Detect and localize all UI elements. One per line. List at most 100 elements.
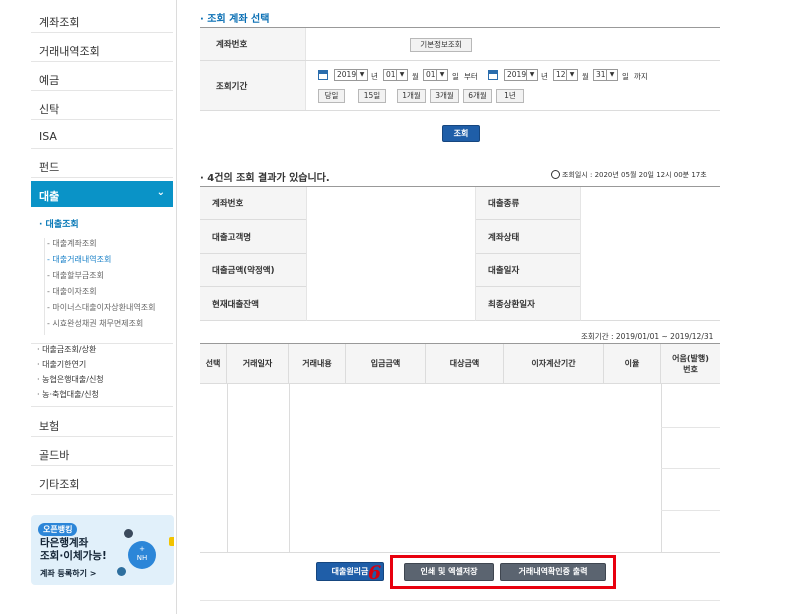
label-account-no: 계좌번호 — [200, 187, 306, 220]
basic-info-button[interactable]: 기본정보조회 — [410, 38, 472, 52]
banner-tag: 오픈뱅킹 — [38, 523, 78, 536]
sidebar-item-fund[interactable]: 펀드 — [31, 149, 173, 178]
to-month-unit: 월 — [582, 72, 589, 81]
grid-line — [661, 510, 720, 511]
search-button[interactable]: 조회 — [442, 125, 480, 142]
from-word: 부터 — [464, 72, 478, 81]
banner-register-link[interactable]: 계좌 등록하기 > — [40, 568, 96, 579]
right-values — [580, 187, 720, 321]
label-last-repay-date: 최종상환일자 — [476, 287, 580, 321]
from-year-unit: 년 — [371, 72, 378, 81]
sidebar-item-deposit[interactable]: 예금 — [31, 62, 173, 91]
col-note-no: 어음(발행) 번호 — [661, 344, 720, 384]
grid-line — [227, 384, 228, 553]
from-year-select[interactable]: 2019 ▼ — [334, 69, 368, 81]
col-target: 대상금액 — [426, 344, 504, 384]
calendar-to-icon[interactable] — [488, 70, 498, 80]
sidebar-item-loan[interactable]: 대출 ⌄ — [31, 181, 173, 207]
col-content: 거래내용 — [289, 344, 346, 384]
link-coop-loan[interactable]: · 농·축협대출/신청 — [37, 389, 173, 404]
label-loan-amount: 대출금액(약정액) — [200, 254, 306, 287]
from-day-select[interactable]: 01 ▼ — [423, 69, 448, 81]
label-current-balance: 현재대출잔액 — [200, 287, 306, 321]
sidebar-item-trust[interactable]: 신탁 — [31, 91, 173, 120]
col-select: 선택 — [200, 344, 227, 384]
to-day-select[interactable]: 31 ▼ — [593, 69, 618, 81]
submenu-list: - 대출계좌조회 - 대출거래내역조회 - 대출할부금조회 - 대출이자조회 -… — [44, 238, 172, 335]
label-customer-name: 대출고객명 — [200, 220, 306, 254]
col-rate: 이율 — [604, 344, 661, 384]
calendar-from-icon[interactable] — [318, 70, 328, 80]
link-loan-repay[interactable]: · 대출금조회/상환 — [37, 344, 173, 359]
banner-headline: 타은행계좌 조회·이체가능! — [40, 537, 107, 562]
quick-1m-button[interactable]: 1개월 — [397, 89, 426, 103]
chevron-down-icon: ▼ — [606, 70, 617, 80]
footer-divider — [200, 600, 720, 601]
to-year-unit: 년 — [541, 72, 548, 81]
grid-line — [661, 427, 720, 428]
quick-3m-button[interactable]: 3개월 — [430, 89, 459, 103]
loan-submenu: · 대출조회 - 대출계좌조회 - 대출거래내역조회 - 대출할부금조회 - 대… — [31, 208, 173, 344]
sidebar: 계좌조회 거래내역조회 예금 신탁 ISA 펀드 대출 ⌄ · 대출조회 - 대… — [0, 0, 177, 614]
submenu-loan-transaction[interactable]: - 대출거래내역조회 — [45, 254, 172, 270]
quick-15d-button[interactable]: 15일 — [358, 89, 386, 103]
sidebar-item-account-inquiry[interactable]: 계좌조회 — [31, 4, 173, 33]
submenu-loan-account[interactable]: - 대출계좌조회 — [45, 238, 172, 254]
to-month-select[interactable]: 12 ▼ — [553, 69, 578, 81]
to-day-unit: 일 — [622, 72, 629, 81]
account-row: 계좌번호 기본정보조회 — [200, 27, 720, 61]
submenu-minus-loan-interest[interactable]: - 마이너스대출이자상환내역조회 — [45, 302, 172, 318]
chevron-down-icon: ⌄ — [156, 187, 165, 198]
loan-links: · 대출금조회/상환 · 대출기한연기 · 농협은행대출/신청 · 농·축협대출… — [31, 344, 173, 407]
link-loan-extend[interactable]: · 대출기한연기 — [37, 359, 173, 374]
from-day-unit: 일 — [452, 72, 459, 81]
result-section-title: · 4건의 조회 결과가 있습니다. — [200, 173, 330, 184]
loan-info-grid: 계좌번호 대출고객명 대출금액(약정액) 현재대출잔액 대출종류 계좌상태 대출… — [200, 186, 720, 321]
chevron-down-icon: ▼ — [566, 70, 577, 80]
openbanking-banner[interactable]: 오픈뱅킹 타은행계좌 조회·이체가능! 계좌 등록하기 > + NH — [31, 515, 174, 585]
sidebar-item-etc[interactable]: 기타조회 — [31, 466, 173, 495]
main-content: · 조회 계좌 선택 계좌번호 기본정보조회 조회기간 2019 ▼ 년 01 ▼ … — [178, 0, 800, 614]
cert-print-button[interactable]: 거래내역확인증 출력 — [500, 563, 606, 581]
period-row: 조회기간 2019 ▼ 년 01 ▼ 월 01 ▼ 일 부터 2019 ▼ 년 12 ▼ … — [200, 61, 720, 111]
submenu-debt-exemption[interactable]: - 시효완성채권 채무면제조회 — [45, 318, 172, 334]
from-month-select[interactable]: 01 ▼ — [383, 69, 408, 81]
clock-icon — [551, 170, 560, 179]
left-values — [306, 187, 476, 321]
sidebar-item-transaction-inquiry[interactable]: 거래내역조회 — [31, 33, 173, 62]
col-date: 거래일자 — [227, 344, 289, 384]
col-interest-period: 이자계산기간 — [504, 344, 604, 384]
to-word: 까지 — [634, 72, 648, 81]
inquiry-timestamp: 조회일시 : 2020년 05월 20일 12시 00분 17초 — [551, 170, 707, 180]
from-month-unit: 월 — [412, 72, 419, 81]
banner-deco-icon — [124, 529, 133, 538]
select-section-title: · 조회 계좌 선택 — [200, 14, 270, 25]
quick-1y-button[interactable]: 1년 — [496, 89, 524, 103]
transaction-table: 선택 거래일자 거래내용 입금금액 대상금액 이자계산기간 이율 어음(발행) … — [200, 343, 720, 553]
to-year-select[interactable]: 2019 ▼ — [504, 69, 538, 81]
print-excel-button[interactable]: 인쇄 및 엑셀저장 — [404, 563, 494, 581]
chevron-down-icon: ▼ — [356, 70, 367, 80]
link-nh-loan[interactable]: · 농협은행대출/신청 — [37, 374, 173, 389]
submenu-loan-installment[interactable]: - 대출할부금조회 — [45, 270, 172, 286]
quick-today-button[interactable]: 당일 — [318, 89, 345, 103]
banner-globe-icon — [117, 567, 126, 576]
label-loan-type: 대출종류 — [476, 187, 580, 220]
grid-line — [289, 384, 290, 553]
submenu-loan-interest[interactable]: - 대출이자조회 — [45, 286, 172, 302]
label-loan-date: 대출일자 — [476, 254, 580, 287]
period-summary: 조회기간 : 2019/01/01 ~ 2019/12/31 — [581, 332, 714, 341]
banner-nh-icon: + NH — [128, 541, 156, 569]
submenu-title[interactable]: · 대출조회 — [39, 217, 79, 230]
col-deposit: 입금금액 — [346, 344, 426, 384]
banner-coin-icon — [169, 537, 174, 546]
chevron-down-icon: ▼ — [526, 70, 537, 80]
quick-6m-button[interactable]: 6개월 — [463, 89, 492, 103]
page-root: 계좌조회 거래내역조회 예금 신탁 ISA 펀드 대출 ⌄ · 대출조회 - 대… — [0, 0, 800, 614]
sidebar-item-isa[interactable]: ISA — [31, 120, 173, 149]
label-account-status: 계좌상태 — [476, 220, 580, 254]
account-label: 계좌번호 — [200, 28, 306, 60]
sidebar-item-goldbar[interactable]: 골드바 — [31, 437, 173, 466]
table-bottom-line — [200, 552, 720, 553]
sidebar-item-insurance[interactable]: 보험 — [31, 408, 173, 437]
